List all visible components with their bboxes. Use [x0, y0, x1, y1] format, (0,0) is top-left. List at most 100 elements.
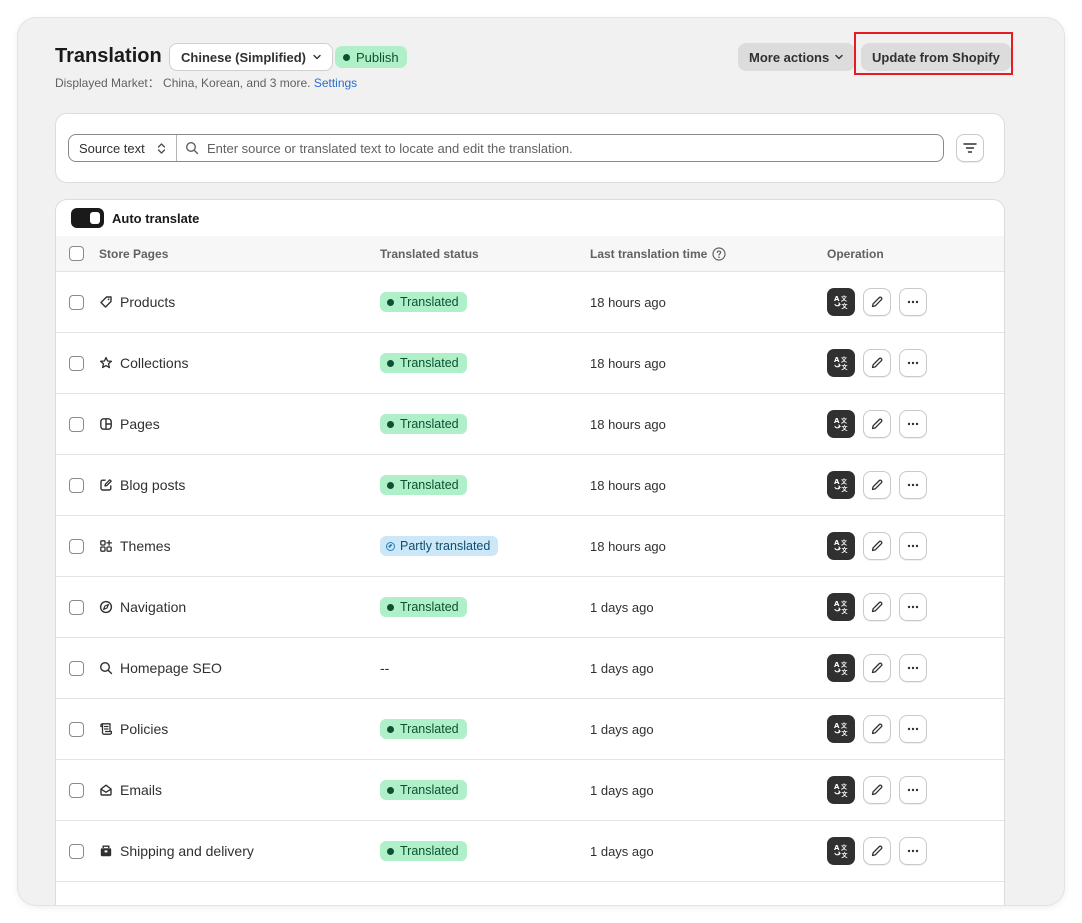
- edit-button[interactable]: [863, 288, 891, 316]
- svg-text:文: 文: [840, 844, 848, 852]
- auto-translate-button[interactable]: A 文 文: [827, 654, 855, 682]
- edit-button[interactable]: [863, 593, 891, 621]
- publish-status-badge: Publish: [335, 46, 407, 68]
- auto-translate-button[interactable]: A 文 文: [827, 349, 855, 377]
- row-checkbox[interactable]: [69, 599, 84, 615]
- row-checkbox[interactable]: [69, 355, 84, 371]
- pencil-icon: [871, 357, 883, 369]
- edit-button[interactable]: [863, 654, 891, 682]
- more-options-button[interactable]: [899, 593, 927, 621]
- more-options-button[interactable]: [899, 654, 927, 682]
- more-options-button[interactable]: [899, 837, 927, 865]
- status-label: Translated: [400, 417, 459, 431]
- select-all-checkbox[interactable]: [69, 246, 84, 261]
- status-label: Translated: [400, 356, 459, 370]
- edit-button[interactable]: [863, 471, 891, 499]
- table-row[interactable]: Emails Translated 1 days ago A 文 文: [56, 760, 1004, 821]
- status-badge: Partly translated: [380, 536, 499, 556]
- help-circle-icon[interactable]: [712, 246, 726, 261]
- auto-translate-button[interactable]: A 文 文: [827, 532, 855, 560]
- auto-translate-button[interactable]: A 文 文: [827, 715, 855, 743]
- filter-icon: [963, 143, 977, 153]
- pencil-icon: [871, 418, 883, 430]
- status-dot-icon: [387, 420, 394, 428]
- status-badge: Translated: [380, 841, 467, 861]
- edit-button[interactable]: [863, 776, 891, 804]
- status-dot-icon: [387, 359, 394, 367]
- status-cell: Translated: [380, 414, 467, 434]
- filter-button[interactable]: [956, 134, 984, 162]
- auto-translate-button[interactable]: A 文 文: [827, 593, 855, 621]
- auto-translate-button[interactable]: A 文 文: [827, 410, 855, 438]
- more-options-button[interactable]: [899, 532, 927, 560]
- table-row[interactable]: Themes Partly translated 18 hours ago A …: [56, 516, 1004, 577]
- store-page-label: Shipping and delivery: [120, 843, 254, 859]
- table-row[interactable]: Navigation Translated 1 days ago A 文 文: [56, 577, 1004, 638]
- more-options-button[interactable]: [899, 715, 927, 743]
- svg-text:A: A: [834, 661, 840, 669]
- row-checkbox[interactable]: [69, 416, 84, 432]
- status-badge: Translated: [380, 597, 467, 617]
- more-options-button[interactable]: [899, 288, 927, 316]
- search-input[interactable]: Enter source or translated text to locat…: [207, 141, 573, 156]
- operation-cell: A 文 文: [827, 471, 927, 499]
- edit-button[interactable]: [863, 410, 891, 438]
- more-options-button[interactable]: [899, 776, 927, 804]
- more-actions-button[interactable]: More actions: [738, 43, 856, 71]
- translate-icon: A 文 文: [834, 539, 849, 554]
- status-label: Translated: [400, 600, 459, 614]
- ellipsis-icon: [907, 361, 919, 365]
- edit-button[interactable]: [863, 349, 891, 377]
- svg-text:A: A: [834, 783, 840, 791]
- table-row[interactable]: Policies Translated 1 days ago A 文 文: [56, 699, 1004, 760]
- table-row[interactable]: Collections Translated 18 hours ago A 文 …: [56, 333, 1004, 394]
- update-from-shopify-button[interactable]: Update from Shopify: [861, 43, 1011, 71]
- status-label: Translated: [400, 295, 459, 309]
- row-checkbox[interactable]: [69, 294, 84, 310]
- more-options-button[interactable]: [899, 410, 927, 438]
- auto-translate-toggle[interactable]: [71, 208, 104, 228]
- edit-button[interactable]: [863, 532, 891, 560]
- auto-translate-row: Auto translate: [56, 200, 1004, 236]
- column-header-store-pages: Store Pages: [99, 246, 169, 261]
- store-page-label: Navigation: [120, 599, 187, 615]
- row-checkbox[interactable]: [69, 782, 84, 798]
- apps-icon: [100, 539, 113, 552]
- translate-icon: A 文 文: [834, 661, 849, 676]
- auto-translate-button[interactable]: A 文 文: [827, 288, 855, 316]
- auto-translate-button[interactable]: A 文 文: [827, 471, 855, 499]
- edit-button[interactable]: [863, 837, 891, 865]
- row-checkbox[interactable]: [69, 538, 84, 554]
- row-checkbox[interactable]: [69, 843, 84, 859]
- store-page-name: Blog posts: [99, 477, 185, 493]
- row-checkbox[interactable]: [69, 477, 84, 493]
- table-row[interactable]: Blog posts Translated 18 hours ago A 文 文: [56, 455, 1004, 516]
- svg-text:文: 文: [841, 852, 849, 860]
- svg-text:A: A: [834, 600, 840, 608]
- status-cell: Translated: [380, 841, 467, 861]
- table-row[interactable]: Shipping and delivery Translated 1 days …: [56, 821, 1004, 882]
- last-translation-time: 18 hours ago: [590, 477, 666, 493]
- source-text-select[interactable]: Source text: [69, 135, 177, 161]
- row-checkbox[interactable]: [69, 660, 84, 676]
- table-header: Store Pages Translated status Last trans…: [56, 236, 1004, 272]
- status-label: Translated: [400, 722, 459, 736]
- table-row[interactable]: Pages Translated 18 hours ago A 文 文: [56, 394, 1004, 455]
- more-options-button[interactable]: [899, 471, 927, 499]
- svg-text:文: 文: [841, 364, 849, 372]
- edit-button[interactable]: [863, 715, 891, 743]
- auto-translate-button[interactable]: A 文 文: [827, 837, 855, 865]
- store-page-label: Collections: [120, 355, 189, 371]
- status-dot-icon: [387, 847, 394, 855]
- table-row[interactable]: Products Translated 18 hours ago A 文 文: [56, 272, 1004, 333]
- status-label: Partly translated: [400, 539, 491, 553]
- more-options-button[interactable]: [899, 349, 927, 377]
- pencil-icon: [871, 479, 883, 491]
- status-badge: Translated: [380, 475, 467, 495]
- language-select[interactable]: Chinese (Simplified): [169, 43, 333, 71]
- table-row[interactable]: Homepage SEO -- 1 days ago A 文 文: [56, 638, 1004, 699]
- row-checkbox[interactable]: [69, 721, 84, 737]
- translate-icon: A 文 文: [834, 844, 849, 860]
- settings-link[interactable]: Settings: [314, 76, 357, 90]
- auto-translate-button[interactable]: A 文 文: [827, 776, 855, 804]
